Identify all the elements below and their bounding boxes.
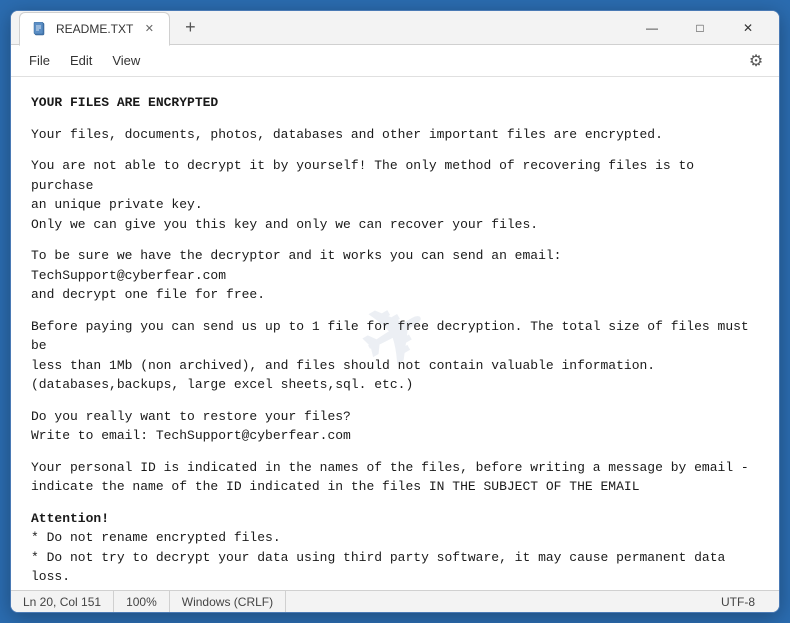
new-tab-button[interactable]: +: [176, 14, 204, 42]
close-button[interactable]: ✕: [725, 12, 771, 44]
notepad-window: README.TXT ✕ + — □ ✕ File Edit View ⚙ ✈ …: [10, 10, 780, 613]
text-body: YOUR FILES ARE ENCRYPTED Your files, doc…: [31, 93, 759, 590]
text-editor[interactable]: YOUR FILES ARE ENCRYPTED Your files, doc…: [11, 77, 779, 590]
minimize-button[interactable]: —: [629, 12, 675, 44]
line-ending: Windows (CRLF): [170, 591, 286, 612]
content-area: ✈ YOUR FILES ARE ENCRYPTED Your files, d…: [11, 77, 779, 590]
active-tab[interactable]: README.TXT ✕: [19, 12, 170, 46]
paragraph-4: Before paying you can send us up to 1 fi…: [31, 317, 759, 395]
paragraph-1: Your files, documents, photos, databases…: [31, 125, 759, 145]
file-icon: [32, 21, 48, 37]
zoom-level: 100%: [114, 591, 170, 612]
cursor-position: Ln 20, Col 151: [23, 591, 114, 612]
window-controls: — □ ✕: [629, 12, 771, 44]
paragraph-3: To be sure we have the decryptor and it …: [31, 246, 759, 305]
menu-file[interactable]: File: [19, 49, 60, 72]
tab-title: README.TXT: [56, 22, 133, 36]
status-bar: Ln 20, Col 151 100% Windows (CRLF) UTF-8: [11, 590, 779, 612]
attention-block: Attention! * Do not rename encrypted fil…: [31, 509, 759, 591]
maximize-button[interactable]: □: [677, 12, 723, 44]
title-bar: README.TXT ✕ + — □ ✕: [11, 11, 779, 45]
paragraph-5: Do you really want to restore your files…: [31, 407, 759, 446]
paragraph-6: Your personal ID is indicated in the nam…: [31, 458, 759, 497]
paragraph-2: You are not able to decrypt it by yourse…: [31, 156, 759, 234]
menu-edit[interactable]: Edit: [60, 49, 102, 72]
menu-view[interactable]: View: [102, 49, 150, 72]
encoding: UTF-8: [709, 591, 767, 612]
title-paragraph: YOUR FILES ARE ENCRYPTED: [31, 93, 759, 113]
menu-bar: File Edit View ⚙: [11, 45, 779, 77]
tab-close-button[interactable]: ✕: [141, 21, 157, 37]
title-bar-left: README.TXT ✕ +: [19, 11, 629, 45]
settings-button[interactable]: ⚙: [741, 46, 771, 76]
